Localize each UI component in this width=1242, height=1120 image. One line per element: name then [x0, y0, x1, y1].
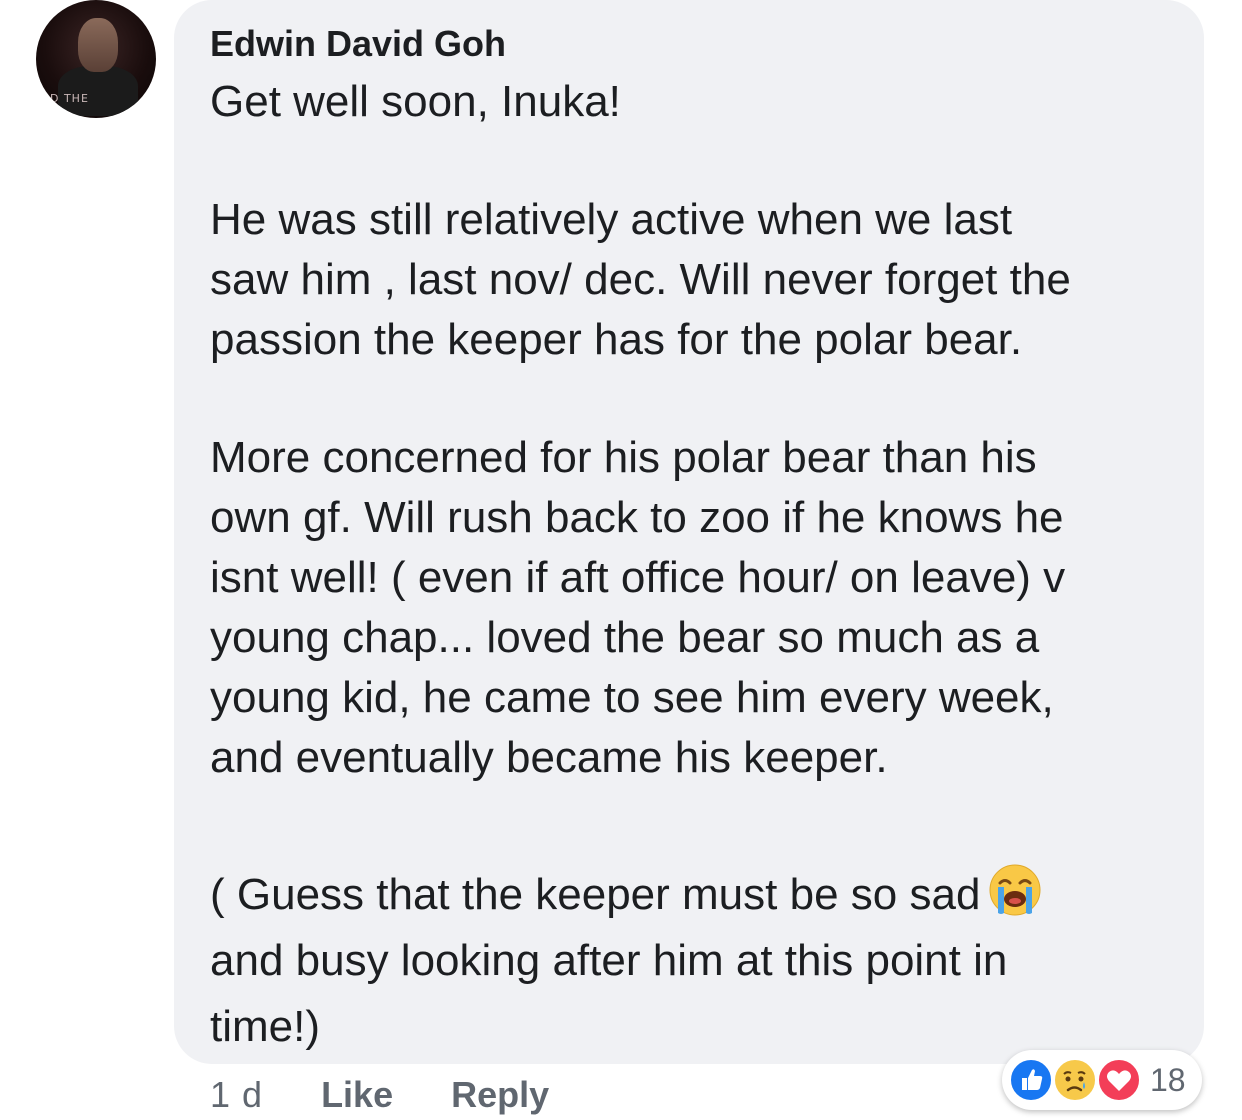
comment-actions: 1 d Like Reply [210, 1072, 597, 1118]
comment-paragraph-4: ( Guess that the keeper must be so sad a… [210, 862, 1190, 1060]
comment-line: He was still relatively active when we l… [210, 195, 1013, 244]
comment-line: isnt well! ( even if aft office hour/ on… [210, 553, 1066, 602]
avatar-shoulders [58, 66, 138, 116]
reactions-summary[interactable]: 18 [1002, 1050, 1202, 1110]
sad-icon [1052, 1057, 1098, 1103]
reply-button[interactable]: Reply [451, 1074, 549, 1115]
reaction-count: 18 [1150, 1062, 1186, 1098]
comment-line: own gf. Will rush back to zoo if he know… [210, 493, 1064, 542]
comment-line: Get well soon, Inuka! [210, 77, 621, 126]
comment-line: and eventually became his keeper. [210, 733, 888, 782]
comment-timestamp[interactable]: 1 d [210, 1074, 263, 1115]
comment-paragraph-3: More concerned for his polar bear than h… [210, 428, 1190, 788]
comment-line-text: ( Guess that the keeper must be so sad [210, 870, 981, 919]
avatar-face [78, 18, 118, 72]
comment-line: young chap... loved the bear so much as … [210, 613, 1040, 662]
comment-line: young kid, he came to see him every week… [210, 673, 1054, 722]
like-icon [1008, 1057, 1054, 1103]
comment-line: saw him , last nov/ dec. Will never forg… [210, 255, 1071, 304]
comment-line: and busy looking after him at this point… [210, 936, 1008, 985]
love-icon [1096, 1057, 1142, 1103]
comment-author[interactable]: Edwin David Goh [210, 22, 506, 66]
comment-line: passion the keeper has for the polar bea… [210, 315, 1023, 364]
avatar-overlay-text: D THE [50, 92, 89, 105]
comment-paragraph-2: He was still relatively active when we l… [210, 190, 1190, 370]
avatar[interactable]: D THE [36, 0, 156, 118]
loudly-crying-face-icon [988, 863, 1042, 917]
comment-line-with-emoji: ( Guess that the keeper must be so sad [210, 862, 1190, 928]
comment-line: More concerned for his polar bear than h… [210, 433, 1037, 482]
comment-paragraph-1: Get well soon, Inuka! [210, 72, 1190, 132]
like-button[interactable]: Like [321, 1074, 393, 1115]
